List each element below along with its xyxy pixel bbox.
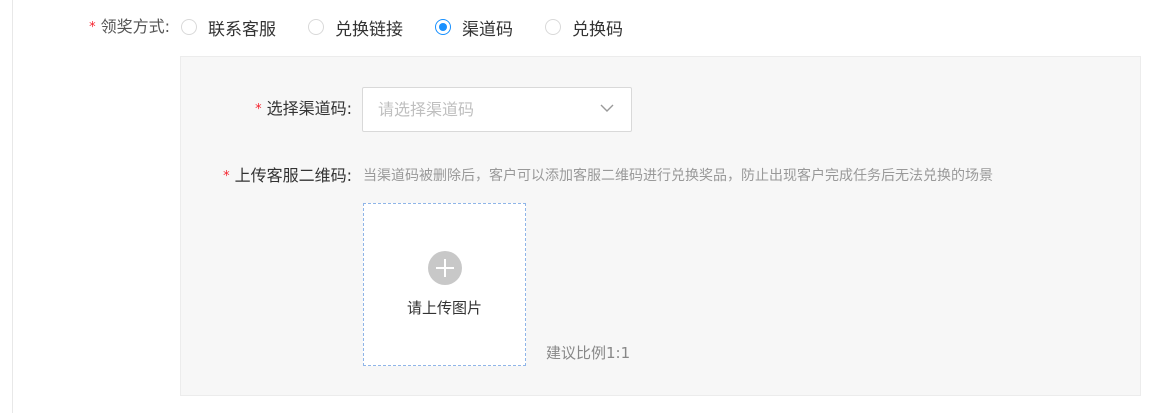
radio-exchange-link[interactable]: 兑换链接 — [308, 13, 403, 41]
radio-label[interactable]: 兑换链接 — [335, 15, 403, 40]
channel-code-label: * 选择渠道码: — [255, 88, 352, 130]
image-upload-button[interactable]: 请上传图片 — [363, 203, 526, 366]
radio-label[interactable]: 兑换码 — [572, 15, 623, 40]
channel-code-placeholder[interactable]: 请选择渠道码 — [378, 88, 474, 131]
radio-circle[interactable] — [545, 19, 561, 35]
service-qr-label: * 上传客服二维码: — [223, 163, 352, 189]
plus-icon[interactable] — [428, 251, 462, 285]
left-border — [12, 0, 13, 413]
required-mark: * — [89, 20, 96, 35]
required-mark: * — [255, 102, 262, 117]
ratio-note: 建议比例1:1 — [546, 344, 631, 362]
chevron-down-icon[interactable] — [599, 102, 615, 114]
radio-label[interactable]: 渠道码 — [462, 15, 513, 40]
channel-code-select[interactable]: 请选择渠道码 — [362, 87, 632, 132]
channel-code-label-text: 选择渠道码: — [266, 99, 352, 118]
radio-channel-code[interactable]: 渠道码 — [435, 13, 513, 41]
prize-method-row: * 领奖方式: 联系客服 兑换链接 渠道码 兑换码 — [0, 13, 1150, 41]
prize-method-label-text: 领奖方式: — [100, 17, 170, 36]
service-qr-label-text: 上传客服二维码: — [234, 166, 352, 185]
prize-method-label: * 领奖方式: — [89, 13, 170, 41]
radio-label[interactable]: 联系客服 — [208, 15, 276, 40]
radio-circle[interactable] — [181, 19, 197, 35]
radio-exchange-code[interactable]: 兑换码 — [545, 13, 623, 41]
service-qr-hint: 当渠道码被删除后，客户可以添加客服二维码进行兑换奖品，防止出现客户完成任务后无法… — [363, 168, 993, 184]
radio-circle[interactable] — [308, 19, 324, 35]
radio-contact-service[interactable]: 联系客服 — [181, 13, 276, 41]
upload-label[interactable]: 请上传图片 — [364, 297, 525, 318]
required-mark: * — [223, 169, 230, 184]
radio-circle-checked[interactable] — [435, 19, 451, 35]
